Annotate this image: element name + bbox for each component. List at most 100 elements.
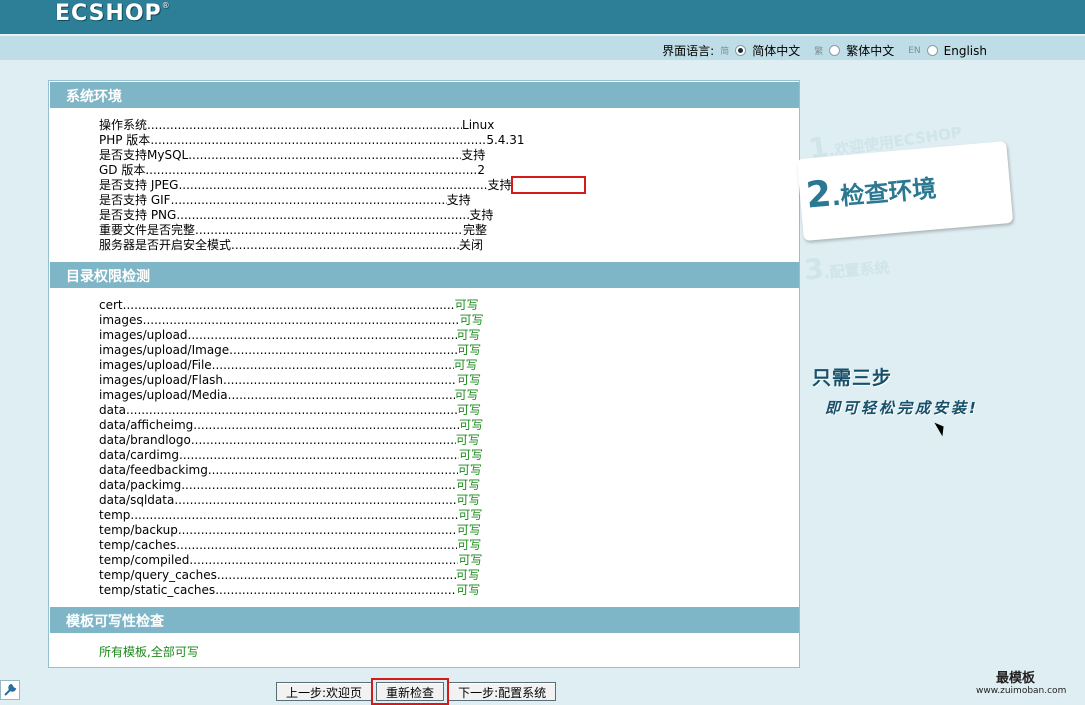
leader-dots: ........................................…: [189, 553, 458, 567]
check-row-value: 可写: [457, 403, 482, 417]
check-row: data/packimg............................…: [99, 478, 484, 493]
check-row-value: Linux: [462, 118, 495, 132]
language-bar: 界面语言: 简 简体中文 繁 繁体中文 EN English: [0, 34, 1085, 60]
logo-mark: ®: [161, 1, 171, 10]
check-row: images/upload...........................…: [99, 328, 484, 343]
check-row-label: data/sqldata: [99, 493, 175, 507]
directories-list: cert....................................…: [99, 298, 484, 598]
check-row-label: temp/caches: [99, 538, 177, 552]
english-radio[interactable]: [926, 45, 938, 56]
check-row-label: 是否支持 GIF: [99, 193, 171, 207]
templates-section-title: 模板可写性检查: [50, 607, 799, 633]
simplified-radio[interactable]: [735, 45, 747, 56]
check-row-label: data/brandlogo: [99, 433, 191, 447]
leader-dots: ........................................…: [176, 538, 458, 552]
language-label: 界面语言:: [662, 44, 715, 58]
check-row: images/upload/Image.....................…: [99, 343, 484, 358]
slogan-line-2: 即可轻松完成安装!: [825, 399, 979, 417]
leader-dots: ........................................…: [223, 373, 458, 387]
leader-dots: ........................................…: [170, 193, 447, 207]
check-row: images/upload/File......................…: [99, 358, 484, 373]
check-row-label: temp/static_caches: [99, 583, 216, 597]
english-label: English: [943, 43, 987, 58]
check-row: data/brandlogo..........................…: [99, 433, 484, 448]
traditional-radio[interactable]: [829, 45, 841, 56]
check-row-value: 可写: [456, 493, 481, 507]
prev-step-button[interactable]: 上一步:欢迎页: [276, 682, 373, 701]
check-row-value: 5.4.31: [486, 133, 525, 147]
leader-dots: ........................................…: [179, 448, 460, 462]
check-row-value: 可写: [453, 358, 478, 372]
check-row: images/upload/Flash.....................…: [99, 373, 484, 388]
environment-list: 操作系统....................................…: [99, 118, 524, 253]
check-row-label: 是否支持 PNG: [99, 208, 177, 222]
slogan-line-1: 只需三步: [812, 367, 893, 389]
recheck-button-wrapper: 重新检查: [371, 678, 450, 705]
install-steps: 1.欢迎使用ECSHOP 2.检查环境 3.配置系统: [796, 110, 1085, 300]
check-row: data/afficheimg.........................…: [99, 418, 484, 433]
check-row-label: 重要文件是否完整: [99, 223, 196, 237]
check-row-label: data/afficheimg: [99, 418, 194, 432]
check-row-value: 可写: [457, 373, 482, 387]
check-row-label: PHP 版本: [99, 133, 151, 147]
check-row: temp/caches.............................…: [99, 538, 484, 553]
check-row: 是否支持MySQL...............................…: [99, 148, 524, 163]
next-step-button[interactable]: 下一步:配置系统: [448, 682, 557, 701]
english-flag-icon: EN: [908, 45, 921, 56]
check-row-value: 可写: [458, 553, 483, 567]
check-row-value: 可写: [457, 463, 482, 477]
check-row-value: 可写: [454, 298, 479, 312]
logo-text: ECSHOP: [55, 1, 162, 26]
check-row-value: 完整: [463, 223, 488, 237]
watermark-url: www.zuimoban.com: [976, 686, 1067, 696]
check-row-value: 可写: [456, 523, 481, 537]
step-2-label: 检查环境: [839, 174, 938, 211]
mouse-cursor-icon: [934, 419, 948, 437]
traditional-flag-icon: 繁: [814, 47, 824, 57]
check-row-label: data: [99, 403, 127, 417]
check-row-label: temp: [99, 508, 131, 522]
check-row: data/cardimg............................…: [99, 448, 484, 463]
leader-dots: ........................................…: [176, 208, 469, 222]
check-row: images..................................…: [99, 313, 484, 328]
leader-dots: ........................................…: [195, 223, 463, 237]
watermark-title: 最模板: [996, 671, 1036, 686]
check-row: temp/query_caches.......................…: [99, 568, 484, 583]
leader-dots: ........................................…: [190, 433, 456, 447]
check-row-value: 支持: [469, 208, 494, 222]
language-selector: 界面语言: 简 简体中文 繁 繁体中文 EN English: [662, 42, 987, 59]
language-option-traditional[interactable]: 繁 繁体中文: [814, 42, 894, 59]
leader-dots: ........................................…: [145, 163, 478, 177]
check-row: temp/backup.............................…: [99, 523, 484, 538]
check-row: images/upload/Media.....................…: [99, 388, 484, 403]
check-row: temp/compiled...........................…: [99, 553, 484, 568]
check-row: data....................................…: [99, 403, 484, 418]
ecshop-logo: ECSHOP®: [55, 1, 171, 26]
check-row-label: data/cardimg: [99, 448, 180, 462]
recheck-button[interactable]: 重新检查: [376, 682, 445, 701]
language-option-simplified[interactable]: 简 简体中文: [720, 42, 800, 59]
check-row: 服务器是否开启安全模式.............................…: [99, 238, 524, 253]
check-row-value: 可写: [459, 313, 484, 327]
check-row-label: temp/compiled: [99, 553, 190, 567]
simplified-flag-icon: 简: [720, 47, 730, 57]
check-row: 是否支持 PNG................................…: [99, 208, 524, 223]
check-row-label: GD 版本: [99, 163, 146, 177]
leader-dots: ........................................…: [215, 583, 456, 597]
top-bar: ECSHOP®: [0, 0, 1085, 34]
language-option-english[interactable]: EN English: [908, 44, 987, 58]
wrench-icon[interactable]: [0, 680, 20, 700]
check-row-value: 支持: [487, 178, 512, 192]
leader-dots: ........................................…: [147, 118, 462, 132]
check-row-label: data/packimg: [99, 478, 182, 492]
check-row-value: 可写: [457, 538, 482, 552]
check-row-value: 可写: [454, 388, 479, 402]
leader-dots: ........................................…: [216, 568, 456, 582]
leader-dots: ........................................…: [174, 493, 457, 507]
check-row-label: images/upload/Image: [99, 343, 230, 357]
traditional-label: 繁体中文: [846, 44, 895, 58]
check-row: 重要文件是否完整................................…: [99, 223, 524, 238]
leader-dots: ........................................…: [178, 178, 488, 192]
check-row-value: 支持: [446, 193, 471, 207]
check-row: data/sqldata............................…: [99, 493, 484, 508]
